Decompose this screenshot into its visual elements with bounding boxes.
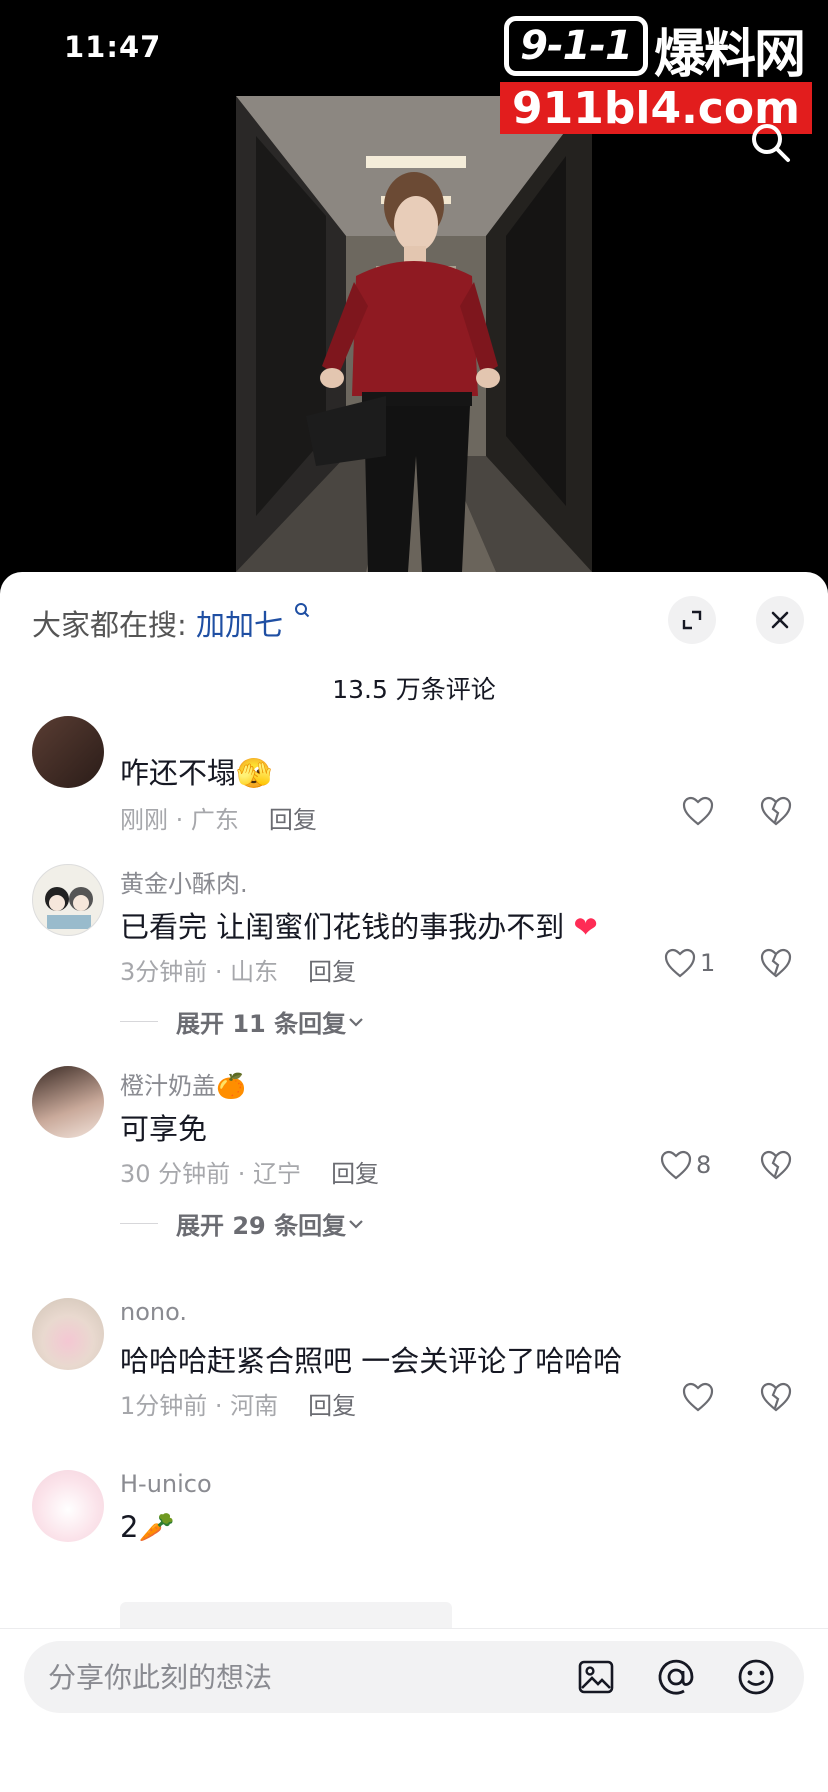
search-icon[interactable] — [748, 120, 792, 164]
comment-text: 可享免 — [120, 1112, 208, 1146]
search-icon — [295, 603, 310, 618]
chevron-down-icon — [349, 1219, 363, 1229]
image-icon[interactable] — [576, 1657, 616, 1697]
comment-text: 2🥕 — [120, 1510, 175, 1544]
username[interactable]: 橙汁奶盖🍊 — [120, 1066, 246, 1101]
avatar-art — [45, 887, 93, 929]
avatar[interactable] — [32, 716, 104, 788]
video-frame-image — [236, 96, 592, 572]
comment-input[interactable] — [48, 1641, 568, 1713]
video-player[interactable] — [236, 96, 592, 572]
avatar[interactable] — [32, 1298, 104, 1370]
chevron-down-icon — [349, 1017, 363, 1027]
reply-button[interactable]: 回复 — [269, 806, 317, 834]
expand-sheet-button[interactable] — [668, 596, 716, 644]
expand-replies-button[interactable]: 展开 11 条回复 — [120, 1004, 366, 1039]
hot-search-keyword[interactable]: 加加七 — [196, 608, 283, 642]
comment-meta: 3分钟前 · 山东 回复 — [120, 958, 357, 986]
avatar[interactable] — [32, 1470, 104, 1542]
username[interactable]: 黄金小酥肉. — [120, 864, 248, 899]
comment-text: 哈哈哈赶紧合照吧 一会关评论了哈哈哈 — [120, 1344, 623, 1378]
watermark-title: 爆料网 — [654, 25, 806, 85]
broken-heart-icon[interactable] — [760, 948, 792, 978]
comment-text: 咋还不塌🫣 — [120, 756, 273, 790]
hot-search-prefix: 大家都在搜: — [32, 608, 187, 642]
divider — [120, 1021, 158, 1022]
like-button[interactable] — [682, 796, 714, 826]
comment-meta: 1分钟前 · 河南 回复 — [120, 1392, 357, 1420]
comment-input-bar — [0, 1628, 828, 1792]
heart-icon — [682, 796, 714, 826]
heart-icon — [660, 1150, 692, 1180]
like-button[interactable]: 1 — [664, 948, 715, 978]
heart-icon — [682, 1382, 714, 1412]
broken-heart-icon[interactable] — [760, 1150, 792, 1180]
status-time: 11:47 — [64, 30, 162, 64]
close-sheet-button[interactable] — [756, 596, 804, 644]
username[interactable]: nono. — [120, 1298, 187, 1326]
like-count: 8 — [696, 1151, 712, 1179]
heart-icon — [664, 948, 696, 978]
close-icon — [771, 611, 789, 629]
expand-replies-button[interactable]: 展开 29 条回复 — [120, 1206, 366, 1241]
reply-button[interactable]: 回复 — [308, 1392, 356, 1420]
comment-text: 已看完 让闺蜜们花钱的事我办不到 ❤ — [120, 910, 598, 944]
comment-input-container[interactable] — [24, 1641, 804, 1713]
username[interactable]: H-unico — [120, 1470, 212, 1498]
broken-heart-icon[interactable] — [760, 796, 792, 826]
comment-meta: 30 分钟前 · 辽宁 回复 — [120, 1160, 380, 1188]
avatar[interactable] — [32, 1066, 104, 1138]
mention-icon[interactable] — [656, 1657, 696, 1697]
like-count: 1 — [700, 949, 716, 977]
broken-heart-icon[interactable] — [760, 1382, 792, 1412]
like-button[interactable] — [682, 1382, 714, 1412]
reply-button[interactable]: 回复 — [331, 1160, 379, 1188]
reply-button[interactable]: 回复 — [308, 958, 356, 986]
expand-icon — [682, 610, 702, 630]
comment-sheet: 大家都在搜: 加加七 13.5 万条评论 咋还不塌🫣 刚刚 · 广东 回复 黄金… — [0, 572, 828, 1792]
hot-search-bar[interactable]: 大家都在搜: 加加七 — [32, 602, 310, 644]
comment-meta: 刚刚 · 广东 回复 — [120, 806, 317, 834]
comment-count: 13.5 万条评论 — [332, 675, 496, 704]
divider — [120, 1223, 158, 1224]
emoji-icon[interactable] — [736, 1657, 776, 1697]
watermark-badge: 9-1-1 — [504, 16, 648, 76]
avatar[interactable] — [32, 864, 104, 936]
like-button[interactable]: 8 — [660, 1150, 711, 1180]
